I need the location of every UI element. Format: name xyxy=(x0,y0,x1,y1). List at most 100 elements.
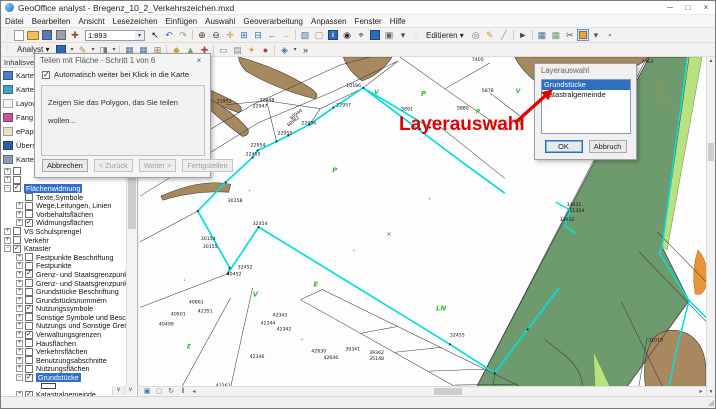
menu-lesezeichen[interactable]: Lesezeichen xyxy=(109,17,162,26)
zoom-out-icon[interactable]: ⊖ xyxy=(210,29,223,41)
layer-visibility-checkbox[interactable] xyxy=(13,184,21,192)
layer-visibility-checkbox[interactable] xyxy=(25,279,33,287)
tree-expander-icon[interactable]: + xyxy=(16,348,23,355)
scroll-up-icon[interactable]: ▲ xyxy=(707,57,715,65)
tree-row[interactable]: +Benutzungsabschnitte xyxy=(1,356,127,365)
menu-bearbeiten[interactable]: Bearbeiten xyxy=(28,17,75,26)
tree-expander-icon[interactable]: + xyxy=(16,254,23,261)
tree-expander-icon[interactable]: + xyxy=(16,280,23,287)
maximize-button[interactable]: □ xyxy=(679,3,697,12)
go-to-xy-icon[interactable]: ⌖ xyxy=(355,29,368,41)
layer-visibility-checkbox[interactable] xyxy=(25,374,33,382)
tree-expander-icon[interactable]: + xyxy=(16,357,23,364)
layer-select-dialog[interactable]: Layerauswahl GrundstückeKatastralgemeind… xyxy=(534,63,637,160)
tree-row[interactable]: +Festpunkte xyxy=(1,262,127,271)
straight-segment-icon[interactable]: ► xyxy=(516,29,529,41)
tree-row[interactable]: +Verkehrsflächen xyxy=(1,347,127,356)
layer-visibility-checkbox[interactable] xyxy=(25,253,33,261)
layer-visibility-checkbox[interactable] xyxy=(25,331,33,339)
layer-listbox[interactable]: GrundstückeKatastralgemeinde xyxy=(541,79,631,134)
tree-row[interactable]: +Nutzungs und Sonstige Grenzen xyxy=(1,322,127,331)
layer-visibility-checkbox[interactable] xyxy=(25,305,33,313)
refresh-view-icon[interactable]: ↻ xyxy=(165,387,177,396)
star-tool-icon[interactable]: ✦ xyxy=(245,44,258,56)
tree-expander-icon[interactable]: − xyxy=(16,374,23,381)
editor-target-icon[interactable]: ◎ xyxy=(469,29,482,41)
save-icon[interactable] xyxy=(42,30,52,40)
caret-icon[interactable]: ▾ xyxy=(292,44,298,56)
layout-view-button[interactable]: ▢ xyxy=(153,387,165,396)
tree-row[interactable]: +Grenz- und Staatsgrenzpunkte xyxy=(1,270,127,279)
tree-row[interactable]: +Hausflächen xyxy=(1,339,127,348)
open-folder-icon[interactable] xyxy=(27,31,39,40)
edit-vertices-icon[interactable]: ╱ xyxy=(497,29,510,41)
tree-row[interactable]: +Grundstücksnummern xyxy=(1,296,127,305)
layer-visibility-checkbox[interactable] xyxy=(13,245,21,253)
identify-icon[interactable]: i xyxy=(328,30,338,40)
forward-extent-icon[interactable]: → xyxy=(280,29,293,41)
globe-icon[interactable] xyxy=(370,30,380,40)
combo-dropdown-icon[interactable]: ▾ xyxy=(135,31,144,40)
run-icon[interactable]: » xyxy=(299,44,312,56)
tree-row[interactable]: +Wege,Leitungen, Linien xyxy=(1,201,127,210)
menu-anpassen[interactable]: Anpassen xyxy=(307,17,351,26)
redo-icon[interactable]: ↷ xyxy=(177,29,190,41)
tree-row[interactable]: −Grundstücke xyxy=(1,373,127,382)
toolbar-overflow-icon[interactable]: ▾ xyxy=(397,29,410,41)
print-icon[interactable] xyxy=(56,30,66,40)
tree-expander-icon[interactable]: + xyxy=(16,262,23,269)
fixed-zoom-out-icon[interactable]: ⊟ xyxy=(252,29,265,41)
toc-scroll-down-icon[interactable]: ∨ xyxy=(124,386,136,395)
find-icon[interactable]: ◉ xyxy=(341,29,354,41)
data-view-button[interactable]: ▣ xyxy=(141,387,153,396)
viewer-window-icon[interactable]: ▣ xyxy=(383,29,396,41)
pan-icon[interactable]: ✛ xyxy=(224,29,237,41)
map-horizontal-scrollbar[interactable] xyxy=(199,387,696,396)
tree-row[interactable]: −Flächenwidmung xyxy=(1,184,127,193)
menu-einfügen[interactable]: Einfügen xyxy=(162,17,202,26)
select-cursor-icon[interactable]: ↖ xyxy=(149,29,162,41)
tree-row[interactable]: +Grenz- und Staatsgrenzpunkte xyxy=(1,279,127,288)
cut-polygons-icon[interactable]: ✂ xyxy=(563,29,576,41)
abbrechen-button[interactable]: Abbrechen xyxy=(42,159,88,172)
fertigstellen-button[interactable]: Fertigstellen xyxy=(182,159,232,172)
scroll-down-icon[interactable]: ▼ xyxy=(707,388,715,396)
layer-visibility-checkbox[interactable] xyxy=(25,339,33,347)
resize-grip[interactable]: ◢ xyxy=(708,398,714,407)
tree-row[interactable]: +Sonstige Symbole und Beschriftung xyxy=(1,313,127,322)
scroll-right-icon[interactable]: ▸ xyxy=(696,388,706,395)
tree-expander-icon[interactable]: + xyxy=(16,322,23,329)
wizard-dialog[interactable]: Teilen mit Fläche - Schritt 1 von 6 × Au… xyxy=(34,53,211,178)
layer-visibility-checkbox[interactable] xyxy=(25,313,33,321)
horizontal-scrollbar-thumb[interactable] xyxy=(434,388,462,395)
tree-expander-icon[interactable]: + xyxy=(4,168,11,175)
menu-hilfe[interactable]: Hilfe xyxy=(386,17,410,26)
layer-list-item[interactable]: Katastralgemeinde xyxy=(542,90,630,100)
map-vertical-scrollbar[interactable]: ▲ ▼ xyxy=(706,57,715,396)
new-document-icon[interactable] xyxy=(14,30,24,41)
scale-combobox[interactable]: 1:893 ▾ xyxy=(85,30,145,41)
layer-list-item[interactable]: Grundstücke xyxy=(542,80,630,90)
add-data-icon[interactable]: ✚ xyxy=(69,29,82,41)
toolbar-more-icon[interactable]: ▪ xyxy=(603,29,616,41)
undo-icon[interactable]: ↶ xyxy=(163,29,176,41)
tree-expander-icon[interactable]: + xyxy=(4,176,11,183)
layer-visibility-checkbox[interactable] xyxy=(13,227,21,235)
auto-continue-checkbox[interactable] xyxy=(42,71,50,79)
cancel-button[interactable]: Abbruch xyxy=(589,140,627,153)
tree-row[interactable]: +Verwaltungsgrenzen xyxy=(1,330,127,339)
scroll-left-icon[interactable]: ◂ xyxy=(189,388,199,395)
toc-scrollbar-thumb[interactable] xyxy=(128,173,136,229)
tree-expander-icon[interactable]: + xyxy=(16,297,23,304)
tree-row[interactable]: +Nutzungssymbole xyxy=(1,305,127,314)
sketch-pencil-icon[interactable]: ✎ xyxy=(483,29,496,41)
toolbar-grip[interactable]: ⋮ xyxy=(3,31,10,40)
layer-visibility-checkbox[interactable] xyxy=(25,193,33,201)
fixed-zoom-in-icon[interactable]: ⊞ xyxy=(238,29,251,41)
layer-visibility-checkbox[interactable] xyxy=(25,288,33,296)
menu-fenster[interactable]: Fenster xyxy=(351,17,386,26)
tree-expander-icon[interactable]: + xyxy=(16,365,23,372)
tree-expander-icon[interactable]: + xyxy=(16,340,23,347)
tree-expander-icon[interactable]: − xyxy=(4,185,11,192)
tree-row[interactable]: +Nutzungsflächen xyxy=(1,365,127,374)
